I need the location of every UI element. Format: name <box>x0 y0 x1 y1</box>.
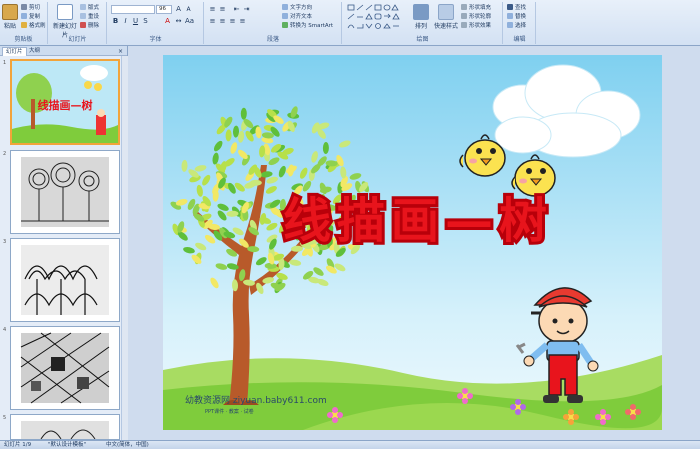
clipboard-icon <box>2 4 18 20</box>
increase-indent-button[interactable]: ⇥ <box>242 5 251 14</box>
decrease-indent-button[interactable]: ⇤ <box>232 5 241 14</box>
shapes-gallery[interactable] <box>347 4 405 32</box>
slide-indicator: 幻灯片 1/9 <box>4 442 32 448</box>
shrink-font-button[interactable]: A <box>184 5 193 14</box>
slide-thumbnail[interactable] <box>10 414 120 440</box>
thumb-number: 2 <box>3 151 7 157</box>
underline-button[interactable]: U <box>131 17 140 26</box>
arrange-icon <box>413 4 429 20</box>
char-spacing-button[interactable]: ↔ <box>174 17 183 26</box>
language-indicator[interactable]: 中文(简体，中国) <box>106 441 149 449</box>
layout-icon <box>80 4 86 10</box>
convert-smartart-button[interactable]: 转换为 SmartArt <box>282 22 333 30</box>
text-direction-icon <box>282 4 288 10</box>
theme-name: "默认设计模板" <box>48 442 87 448</box>
slide-thumbnail[interactable]: 线描画—树 <box>10 59 120 145</box>
clipboard-group-label: 剪贴板 <box>14 36 33 43</box>
slides-group-label: 幻灯片 <box>68 36 87 43</box>
watermark-text: 幼教资源网 ziyuan.baby611.com <box>185 394 327 406</box>
thumb-number: 3 <box>3 239 7 245</box>
pane-tabs: 幻灯片 大纲 × <box>0 46 127 56</box>
delete-icon <box>80 22 86 28</box>
replace-button[interactable]: 替换 <box>507 13 526 21</box>
clipboard-group: 粘贴 剪切 复制 格式刷 剪贴板 <box>0 2 48 44</box>
align-left-button[interactable]: ≡ <box>208 17 217 26</box>
close-pane-icon[interactable]: × <box>115 47 126 56</box>
slide-thumbnail[interactable] <box>10 150 120 234</box>
bullets-button[interactable]: ≡ <box>208 5 217 14</box>
font-color-button[interactable]: A <box>163 17 172 26</box>
font-group-label: 字体 <box>149 36 162 43</box>
cursor-icon <box>507 22 513 28</box>
arrange-button[interactable]: 排列 <box>411 4 431 30</box>
text-direction-button[interactable]: 文字方向 <box>282 4 312 12</box>
grow-font-button[interactable]: A <box>174 5 183 14</box>
copy-icon <box>21 13 27 19</box>
shape-effects-button[interactable]: 形状效果 <box>461 22 491 30</box>
slide-artwork: 线描画—树 线描画—树 幼教资源网 ziyuan.baby611.com PPT… <box>163 55 662 430</box>
thumb-title: 线描画—树 <box>38 98 93 112</box>
align-text-icon <box>282 13 288 19</box>
font-group: 96 A A B I U S A ↔ Aa 字体 <box>108 2 204 44</box>
paragraph-group-label: 段落 <box>266 36 279 43</box>
select-button[interactable]: 选择 <box>507 22 526 30</box>
slide-thumbnail-pane: 幻灯片 大纲 × 1 线描画—树 2 3 4 5 <box>0 46 128 440</box>
drawing-group: 排列 快速样式 形状填充 形状轮廓 形状效果 绘图 <box>343 2 503 44</box>
change-case-button[interactable]: Aa <box>185 17 194 26</box>
thumb-number: 4 <box>3 327 7 333</box>
new-slide-icon <box>57 4 73 20</box>
quick-styles-icon <box>438 4 454 20</box>
slide-thumbnail[interactable] <box>10 238 120 322</box>
slide-thumbnail[interactable] <box>10 326 120 410</box>
justify-button[interactable]: ≡ <box>238 17 247 26</box>
editing-group: 查找 替换 选择 编辑 <box>504 2 536 44</box>
align-text-button[interactable]: 对齐文本 <box>282 13 312 21</box>
thumb-number: 5 <box>3 415 7 421</box>
italic-button[interactable]: I <box>121 17 130 26</box>
quick-styles-button[interactable]: 快速样式 <box>433 4 459 30</box>
paintbrush-icon <box>21 22 27 28</box>
strikethrough-button[interactable]: S <box>141 17 150 26</box>
smartart-icon <box>282 22 288 28</box>
delete-slide-button[interactable]: 删除 <box>80 22 99 30</box>
copy-button[interactable]: 复制 <box>21 13 40 21</box>
reset-button[interactable]: 重设 <box>80 13 99 21</box>
reset-icon <box>80 13 86 19</box>
editing-group-label: 编辑 <box>513 36 526 43</box>
format-painter-button[interactable]: 格式刷 <box>21 22 46 30</box>
replace-icon <box>507 13 513 19</box>
slide-title: 线描画—树 <box>283 193 553 249</box>
align-center-button[interactable]: ≡ <box>218 17 227 26</box>
cut-button[interactable]: 剪切 <box>21 4 40 12</box>
pen-icon <box>461 13 467 19</box>
scissors-icon <box>21 4 27 10</box>
shape-fill-button[interactable]: 形状填充 <box>461 4 491 12</box>
paint-bucket-icon <box>461 4 467 10</box>
thumb-number: 1 <box>3 60 7 66</box>
bold-button[interactable]: B <box>111 17 120 26</box>
font-name-combo[interactable] <box>111 5 155 14</box>
font-size-combo[interactable]: 96 <box>156 5 172 14</box>
binoculars-icon <box>507 4 513 10</box>
shape-outline-button[interactable]: 形状轮廓 <box>461 13 491 21</box>
align-right-button[interactable]: ≡ <box>228 17 237 26</box>
paragraph-group: ≡ ≡ ⇤ ⇥ ≡ ≡ ≡ ≡ 文字方向 对齐文本 转换为 SmartArt 段… <box>205 2 342 44</box>
effects-icon <box>461 22 467 28</box>
paste-button[interactable]: 粘贴 <box>2 4 18 30</box>
layout-button[interactable]: 版式 <box>80 4 99 12</box>
status-bar: 幻灯片 1/9 "默认设计模板" 中文(简体，中国) <box>0 440 700 449</box>
slides-group: 新建幻灯片 版式 重设 删除 幻灯片 <box>49 2 107 44</box>
watermark-subtext: PPT课件 · 教案 · 试卷 <box>205 408 254 415</box>
slide-canvas[interactable]: 线描画—树 线描画—树 幼教资源网 ziyuan.baby611.com PPT… <box>163 55 662 430</box>
tab-outline[interactable]: 大纲 <box>26 47 43 56</box>
numbering-button[interactable]: ≡ <box>218 5 227 14</box>
tab-slides[interactable]: 幻灯片 <box>2 47 27 56</box>
find-button[interactable]: 查找 <box>507 4 526 12</box>
thumbnail-scrollbar[interactable] <box>121 56 128 440</box>
ribbon: 粘贴 剪切 复制 格式刷 剪贴板 新建幻灯片 版式 重设 删除 幻灯片 96 A… <box>0 0 700 46</box>
drawing-group-label: 绘图 <box>416 36 429 43</box>
